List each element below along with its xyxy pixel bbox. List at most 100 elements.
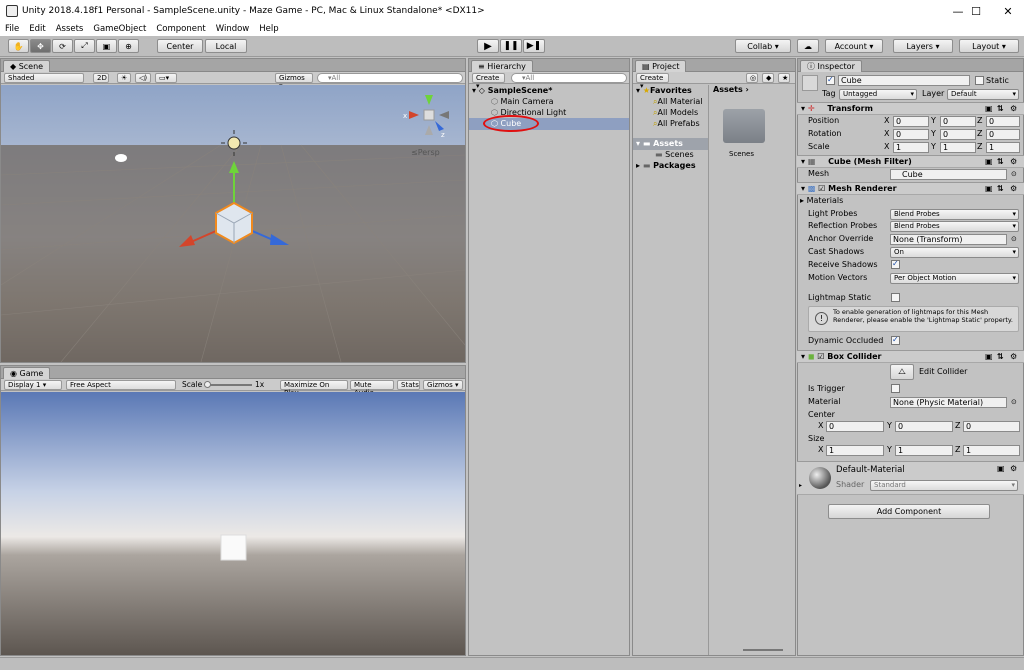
collab-button[interactable]: Collab ▾ [735, 39, 791, 53]
audio-toggle-icon[interactable]: ◁) [135, 73, 151, 83]
preset-icon[interactable]: ⇅ [997, 351, 1004, 363]
tab-game[interactable]: ◉ Game [3, 367, 51, 379]
anchor-override-field[interactable]: None (Transform) [890, 234, 1007, 245]
help-icon[interactable]: ▣ [997, 464, 1005, 473]
preset-icon[interactable]: ⇅ [997, 183, 1004, 195]
scale-slider-handle[interactable] [204, 381, 211, 388]
transform-header[interactable]: ▾ ✛ Transform ▣ ⇅ ⚙ [797, 102, 1024, 115]
rotation-x-field[interactable]: 0 [893, 129, 929, 140]
object-name-field[interactable]: Cube [838, 75, 970, 86]
settings-gear-icon[interactable]: ⚙ [1010, 351, 1017, 363]
pause-button[interactable]: ❚❚ [500, 39, 522, 53]
motion-vectors-dropdown[interactable]: Per Object Motion [890, 273, 1019, 284]
size-x-field[interactable]: 1 [826, 445, 884, 456]
mesh-field[interactable]: Cube [890, 169, 1007, 180]
shading-dropdown[interactable]: Shaded [4, 73, 84, 83]
edit-collider-button[interactable]: ⧍ [890, 364, 914, 380]
center-y-field[interactable]: 0 [895, 421, 953, 432]
settings-gear-icon[interactable]: ⚙ [1010, 103, 1017, 115]
close-button[interactable]: ✕ [990, 0, 1024, 22]
menu-edit[interactable]: Edit [24, 24, 50, 34]
effects-toggle-icon[interactable]: ▭▾ [155, 73, 177, 83]
transform-tool-icon[interactable]: ⊕ [118, 39, 139, 53]
help-icon[interactable]: ▣ [985, 103, 993, 115]
layers-button[interactable]: Layers ▾ [893, 39, 953, 53]
maximize-button[interactable]: ☐ [958, 0, 994, 22]
persp-label[interactable]: ≤Persp [411, 148, 440, 157]
hierarchy-search-input[interactable]: ▾All [511, 73, 627, 83]
display-dropdown[interactable]: Display 1 ▾ [4, 380, 62, 390]
breadcrumb[interactable]: Assets › [713, 85, 749, 94]
help-icon[interactable]: ▣ [985, 183, 993, 195]
position-y-field[interactable]: 0 [940, 116, 976, 127]
enabled-checkbox-icon[interactable]: ☑ [818, 184, 825, 193]
settings-gear-icon[interactable]: ⚙ [1010, 183, 1017, 195]
center-x-field[interactable]: 0 [826, 421, 884, 432]
cube-object[interactable] [215, 201, 253, 245]
object-picker-icon[interactable]: ⊙ [1011, 168, 1017, 180]
physic-material-field[interactable]: None (Physic Material) [890, 397, 1007, 408]
menu-assets[interactable]: Assets [51, 24, 89, 34]
scene-viewport[interactable]: x z ≤Persp [1, 85, 465, 362]
shader-dropdown[interactable]: Standard [870, 480, 1018, 491]
stats-toggle[interactable]: Stats [397, 380, 420, 390]
aspect-dropdown[interactable]: Free Aspect [66, 380, 176, 390]
mesh-renderer-header[interactable]: ▾ ▩ ☑ Mesh Renderer ▣ ⇅ ⚙ [797, 182, 1024, 195]
reflection-probes-dropdown[interactable]: Blend Probes [890, 221, 1019, 232]
filter-label-icon[interactable]: ◆ [762, 73, 774, 83]
menu-help[interactable]: Help [254, 24, 283, 34]
menu-window[interactable]: Window [211, 24, 255, 34]
tab-inspector[interactable]: ⓘ Inspector [800, 60, 862, 72]
hierarchy-create-dropdown[interactable]: Create ▾ [472, 73, 505, 90]
object-picker-icon[interactable]: ⊙ [1011, 233, 1017, 245]
icon-size-slider[interactable] [743, 649, 783, 651]
menu-component[interactable]: Component [151, 24, 210, 34]
layout-button[interactable]: Layout ▾ [959, 39, 1019, 53]
rotation-z-field[interactable]: 0 [986, 129, 1020, 140]
pivot-center-button[interactable]: Center [157, 39, 203, 53]
menu-file[interactable]: File [0, 24, 24, 34]
foldout-icon[interactable]: ▸ [799, 482, 802, 489]
position-z-field[interactable]: 0 [986, 116, 1020, 127]
light-probes-dropdown[interactable]: Blend Probes [890, 209, 1019, 220]
2d-toggle[interactable]: 2D [93, 73, 109, 83]
object-picker-icon[interactable]: ⊙ [1011, 396, 1017, 408]
scale-y-field[interactable]: 1 [940, 142, 976, 153]
cloud-icon[interactable]: ☁ [797, 39, 819, 53]
menu-gameobject[interactable]: GameObject [88, 24, 151, 34]
enabled-checkbox-icon[interactable]: ☑ [817, 352, 824, 361]
scale-x-field[interactable]: 1 [893, 142, 929, 153]
tab-hierarchy[interactable]: ≡ Hierarchy [471, 60, 533, 72]
tab-project[interactable]: ▤ Project [635, 60, 687, 72]
mute-audio-toggle[interactable]: Mute Audio [350, 380, 394, 397]
scene-gizmos-dropdown[interactable]: Gizmos ▾ [275, 73, 313, 90]
size-y-field[interactable]: 1 [895, 445, 953, 456]
active-checkbox[interactable] [826, 75, 835, 85]
settings-gear-icon[interactable]: ⚙ [1010, 156, 1017, 168]
move-tool-icon[interactable]: ✥ [30, 39, 51, 53]
settings-gear-icon[interactable]: ⚙ [1010, 464, 1017, 473]
account-button[interactable]: Account ▾ [825, 39, 883, 53]
size-z-field[interactable]: 1 [963, 445, 1020, 456]
is-trigger-checkbox[interactable] [891, 384, 900, 393]
dynamic-occluded-checkbox[interactable] [891, 335, 900, 345]
packages-folder-item[interactable]: ▸ ▬ Packages [633, 160, 708, 172]
preset-icon[interactable]: ⇅ [997, 156, 1004, 168]
tab-scene[interactable]: ◆ Scene [3, 60, 51, 72]
scene-search-input[interactable]: ▾All [317, 73, 463, 83]
favorite-star-icon[interactable]: ★ [778, 73, 790, 83]
hand-tool-icon[interactable]: ✋ [8, 39, 29, 53]
lightmap-static-checkbox[interactable] [891, 293, 900, 302]
add-component-button[interactable]: Add Component [828, 504, 990, 519]
list-item[interactable]: ⌕All Prefabs [633, 118, 708, 130]
rotate-tool-icon[interactable]: ⟳ [52, 39, 73, 53]
maximize-on-play-toggle[interactable]: Maximize On Play [280, 380, 348, 397]
lighting-toggle-icon[interactable]: ☀ [117, 73, 131, 83]
help-icon[interactable]: ▣ [985, 156, 993, 168]
scale-tool-icon[interactable]: ⤢ [74, 39, 95, 53]
materials-foldout[interactable]: ▸ Materials [800, 195, 843, 207]
scenes-folder-icon[interactable] [723, 109, 765, 143]
position-x-field[interactable]: 0 [893, 116, 929, 127]
camera-gizmo-icon[interactable] [115, 154, 127, 162]
rotation-y-field[interactable]: 0 [940, 129, 976, 140]
